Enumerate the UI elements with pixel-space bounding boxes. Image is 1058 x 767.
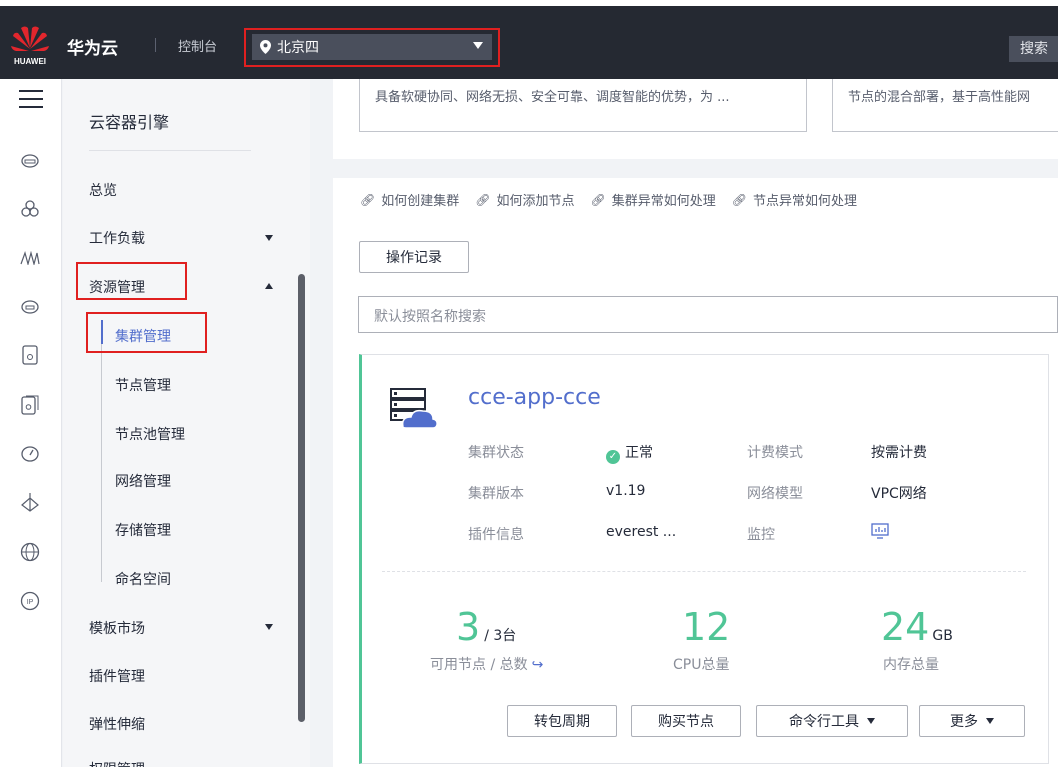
svg-text:IP: IP [27, 599, 34, 606]
sidebar-item-permission[interactable]: 权限管理 [89, 759, 145, 767]
sidebar-item-addon[interactable]: 插件管理 [89, 666, 145, 686]
region-name: 北京四 [277, 40, 319, 56]
link-icon: 🔗︎ [590, 192, 606, 207]
help-link[interactable]: 🔗︎ 如何添加节点 [475, 190, 574, 210]
top-navbar: HUAWEI 华为云 控制台 北京四 搜索 [0, 0, 1058, 79]
menu-icon[interactable] [19, 90, 43, 110]
chevron-up-icon[interactable] [265, 283, 273, 289]
monitor-label: 监控 [747, 527, 775, 543]
sidebar-item-nodepool[interactable]: 节点池管理 [115, 424, 185, 444]
addon-label: 插件信息 [468, 527, 524, 543]
submenu-guide-line [101, 320, 102, 582]
sidebar-item-autoscale[interactable]: 弹性伸缩 [89, 714, 145, 734]
help-links: 🔗︎ 如何创建集群 🔗︎ 如何添加节点 🔗︎ 集群异常如何处理 🔗︎ 节点异常如何处理 [360, 190, 873, 210]
service-sidebar: 云容器引擎 总览 工作负载 资源管理 集群管理 节点管理 节点池管理 网络管理 … [63, 79, 310, 767]
console-link[interactable]: 控制台 [178, 36, 217, 55]
nodes-metric-label[interactable]: 可用节点 / 总数 ↪ [430, 654, 543, 674]
status-label: 集群状态 [468, 445, 524, 461]
sidebar-item-workload[interactable]: 工作负载 [89, 228, 145, 248]
cluster-name-link[interactable]: cce-app-cce [468, 385, 601, 410]
huawei-logo[interactable]: HUAWEI [9, 22, 51, 68]
monitor-wave-icon[interactable] [18, 246, 42, 270]
search-button[interactable]: 搜索 [1009, 36, 1058, 62]
globe-icon[interactable] [18, 540, 42, 564]
intro-card[interactable]: 具备软硬协同、网络无损、安全可靠、调度智能的优势，为 ... [359, 79, 807, 132]
sidebar-item-namespace[interactable]: 命名空间 [115, 569, 171, 589]
chevron-down-icon [473, 42, 483, 49]
divider [382, 571, 1026, 572]
sidebar-item-node[interactable]: 节点管理 [115, 375, 171, 395]
memory-metric: 24 GB [881, 605, 953, 649]
nodes-metric: 3/ 3台 [456, 605, 517, 649]
cpu-metric-label: CPU总量 [673, 657, 730, 673]
billing-value: 按需计费 [871, 445, 927, 461]
logo-text: HUAWEI [14, 57, 46, 66]
cli-tool-dropdown[interactable]: 命令行工具 [756, 705, 908, 737]
brand-name[interactable]: 华为云 [67, 34, 118, 59]
region-selector[interactable]: 北京四 [252, 34, 492, 60]
status-value: ✓ 正常 [606, 442, 653, 464]
sidebar-item-storage[interactable]: 存储管理 [115, 520, 171, 540]
operation-log-button[interactable]: 操作记录 [359, 241, 469, 273]
chevron-down-icon[interactable] [265, 235, 273, 241]
intro-card[interactable]: 节点的混合部署，基于高性能网 [832, 79, 1058, 132]
cluster-search-input[interactable]: 默认按照名称搜索 [358, 296, 1058, 333]
sidebar-item-network[interactable]: 网络管理 [115, 471, 171, 491]
more-dropdown[interactable]: 更多 [919, 705, 1025, 737]
sidebar-item-cluster[interactable]: 集群管理 [115, 326, 171, 346]
addon-value[interactable]: everest ... [606, 524, 676, 540]
cloud-server-icon[interactable] [18, 149, 42, 173]
chevron-down-icon [867, 718, 875, 724]
cluster-server-icon [390, 388, 438, 429]
cloud-icon[interactable] [18, 295, 42, 319]
cpu-metric: 12 [682, 605, 731, 649]
sidebar-item-resource[interactable]: 资源管理 [89, 277, 145, 297]
help-link[interactable]: 🔗︎ 节点异常如何处理 [731, 190, 857, 210]
help-link[interactable]: 🔗︎ 如何创建集群 [360, 190, 459, 210]
intro-panel: 具备软硬协同、网络无损、安全可靠、调度智能的优势，为 ... 节点的混合部署，基… [333, 79, 1058, 159]
memory-metric-label: 内存总量 [883, 657, 939, 673]
version-label: 集群版本 [468, 486, 524, 502]
version-value: v1.19 [606, 483, 646, 499]
scrollbar[interactable] [298, 274, 305, 722]
help-link[interactable]: 🔗︎ 集群异常如何处理 [590, 190, 716, 210]
speed-icon[interactable] [18, 442, 42, 466]
check-circle-icon: ✓ [606, 450, 620, 464]
storage-icon[interactable] [18, 343, 42, 367]
cluster-list-panel: 🔗︎ 如何创建集群 🔗︎ 如何添加节点 🔗︎ 集群异常如何处理 🔗︎ 节点异常如何处理 … [333, 178, 1058, 767]
location-pin-icon [260, 40, 271, 54]
to-yearly-button[interactable]: 转包周期 [507, 705, 617, 737]
service-icon-rail: IP [0, 79, 62, 767]
network-icon[interactable] [18, 490, 42, 514]
link-icon: 🔗︎ [360, 192, 376, 207]
link-icon: 🔗︎ [475, 192, 491, 207]
sidebar-item-template[interactable]: 模板市场 [89, 618, 145, 638]
redirect-arrow-icon: ↪ [531, 657, 544, 673]
monitor-chart-icon[interactable] [871, 523, 889, 539]
storage-2-icon[interactable] [18, 393, 42, 417]
billing-label: 计费模式 [747, 445, 803, 461]
divider [155, 38, 156, 52]
chevron-down-icon[interactable] [265, 624, 273, 630]
cluster-card[interactable]: cce-app-cce 集群状态 ✓ 正常 计费模式 按需计费 集群版本 v1.1… [359, 354, 1049, 764]
link-icon: 🔗︎ [731, 192, 747, 207]
network-model-value: VPC网络 [871, 486, 927, 502]
ip-icon[interactable]: IP [18, 589, 42, 613]
buy-node-button[interactable]: 购买节点 [631, 705, 741, 737]
sidebar-item-overview[interactable]: 总览 [89, 180, 117, 200]
cluster-icon[interactable] [18, 197, 42, 221]
chevron-down-icon [986, 718, 994, 724]
divider [89, 150, 251, 151]
service-title: 云容器引擎 [89, 113, 170, 132]
network-model-label: 网络模型 [747, 486, 803, 502]
